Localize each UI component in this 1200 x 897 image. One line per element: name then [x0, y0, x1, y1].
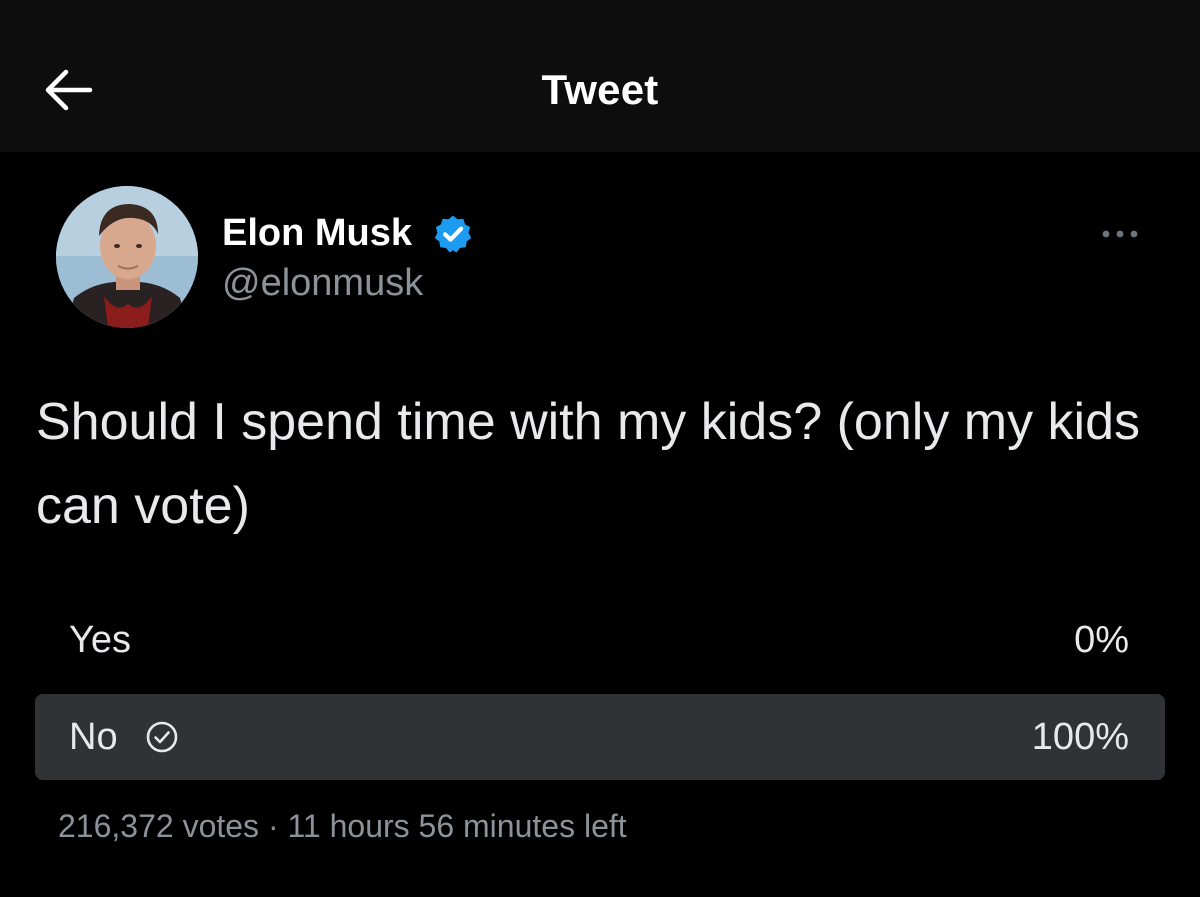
- poll-option-percent: 100%: [1031, 716, 1129, 758]
- poll-meta-separator: ·: [267, 808, 279, 844]
- poll-option-no[interactable]: No 100%: [35, 694, 1165, 780]
- poll-meta: 216,372 votes · 11 hours 56 minutes left: [58, 808, 627, 845]
- author-name[interactable]: Elon Musk: [222, 212, 412, 255]
- more-horizontal-icon: [1102, 230, 1138, 238]
- tweet: Elon Musk @elonmusk Should I spend time …: [0, 152, 1200, 897]
- top-bar: Tweet: [0, 0, 1200, 152]
- verified-badge-icon: [432, 213, 474, 255]
- author-handle[interactable]: @elonmusk: [222, 262, 423, 305]
- profile-photo: [56, 186, 198, 328]
- poll-time-left: 11 hours 56 minutes left: [287, 808, 627, 844]
- avatar[interactable]: [56, 186, 198, 328]
- page-title: Tweet: [541, 66, 659, 113]
- poll-vote-count: 216,372 votes: [58, 808, 260, 844]
- poll-option-yes[interactable]: Yes 0%: [35, 597, 1165, 683]
- poll-option-label: Yes: [69, 619, 131, 661]
- poll-option-percent: 0%: [1074, 619, 1129, 661]
- tweet-text: Should I spend time with my kids? (only …: [36, 393, 1140, 535]
- poll-option-label: No: [69, 716, 118, 758]
- check-circle-icon: [145, 720, 179, 754]
- more-options-button[interactable]: [1090, 222, 1150, 246]
